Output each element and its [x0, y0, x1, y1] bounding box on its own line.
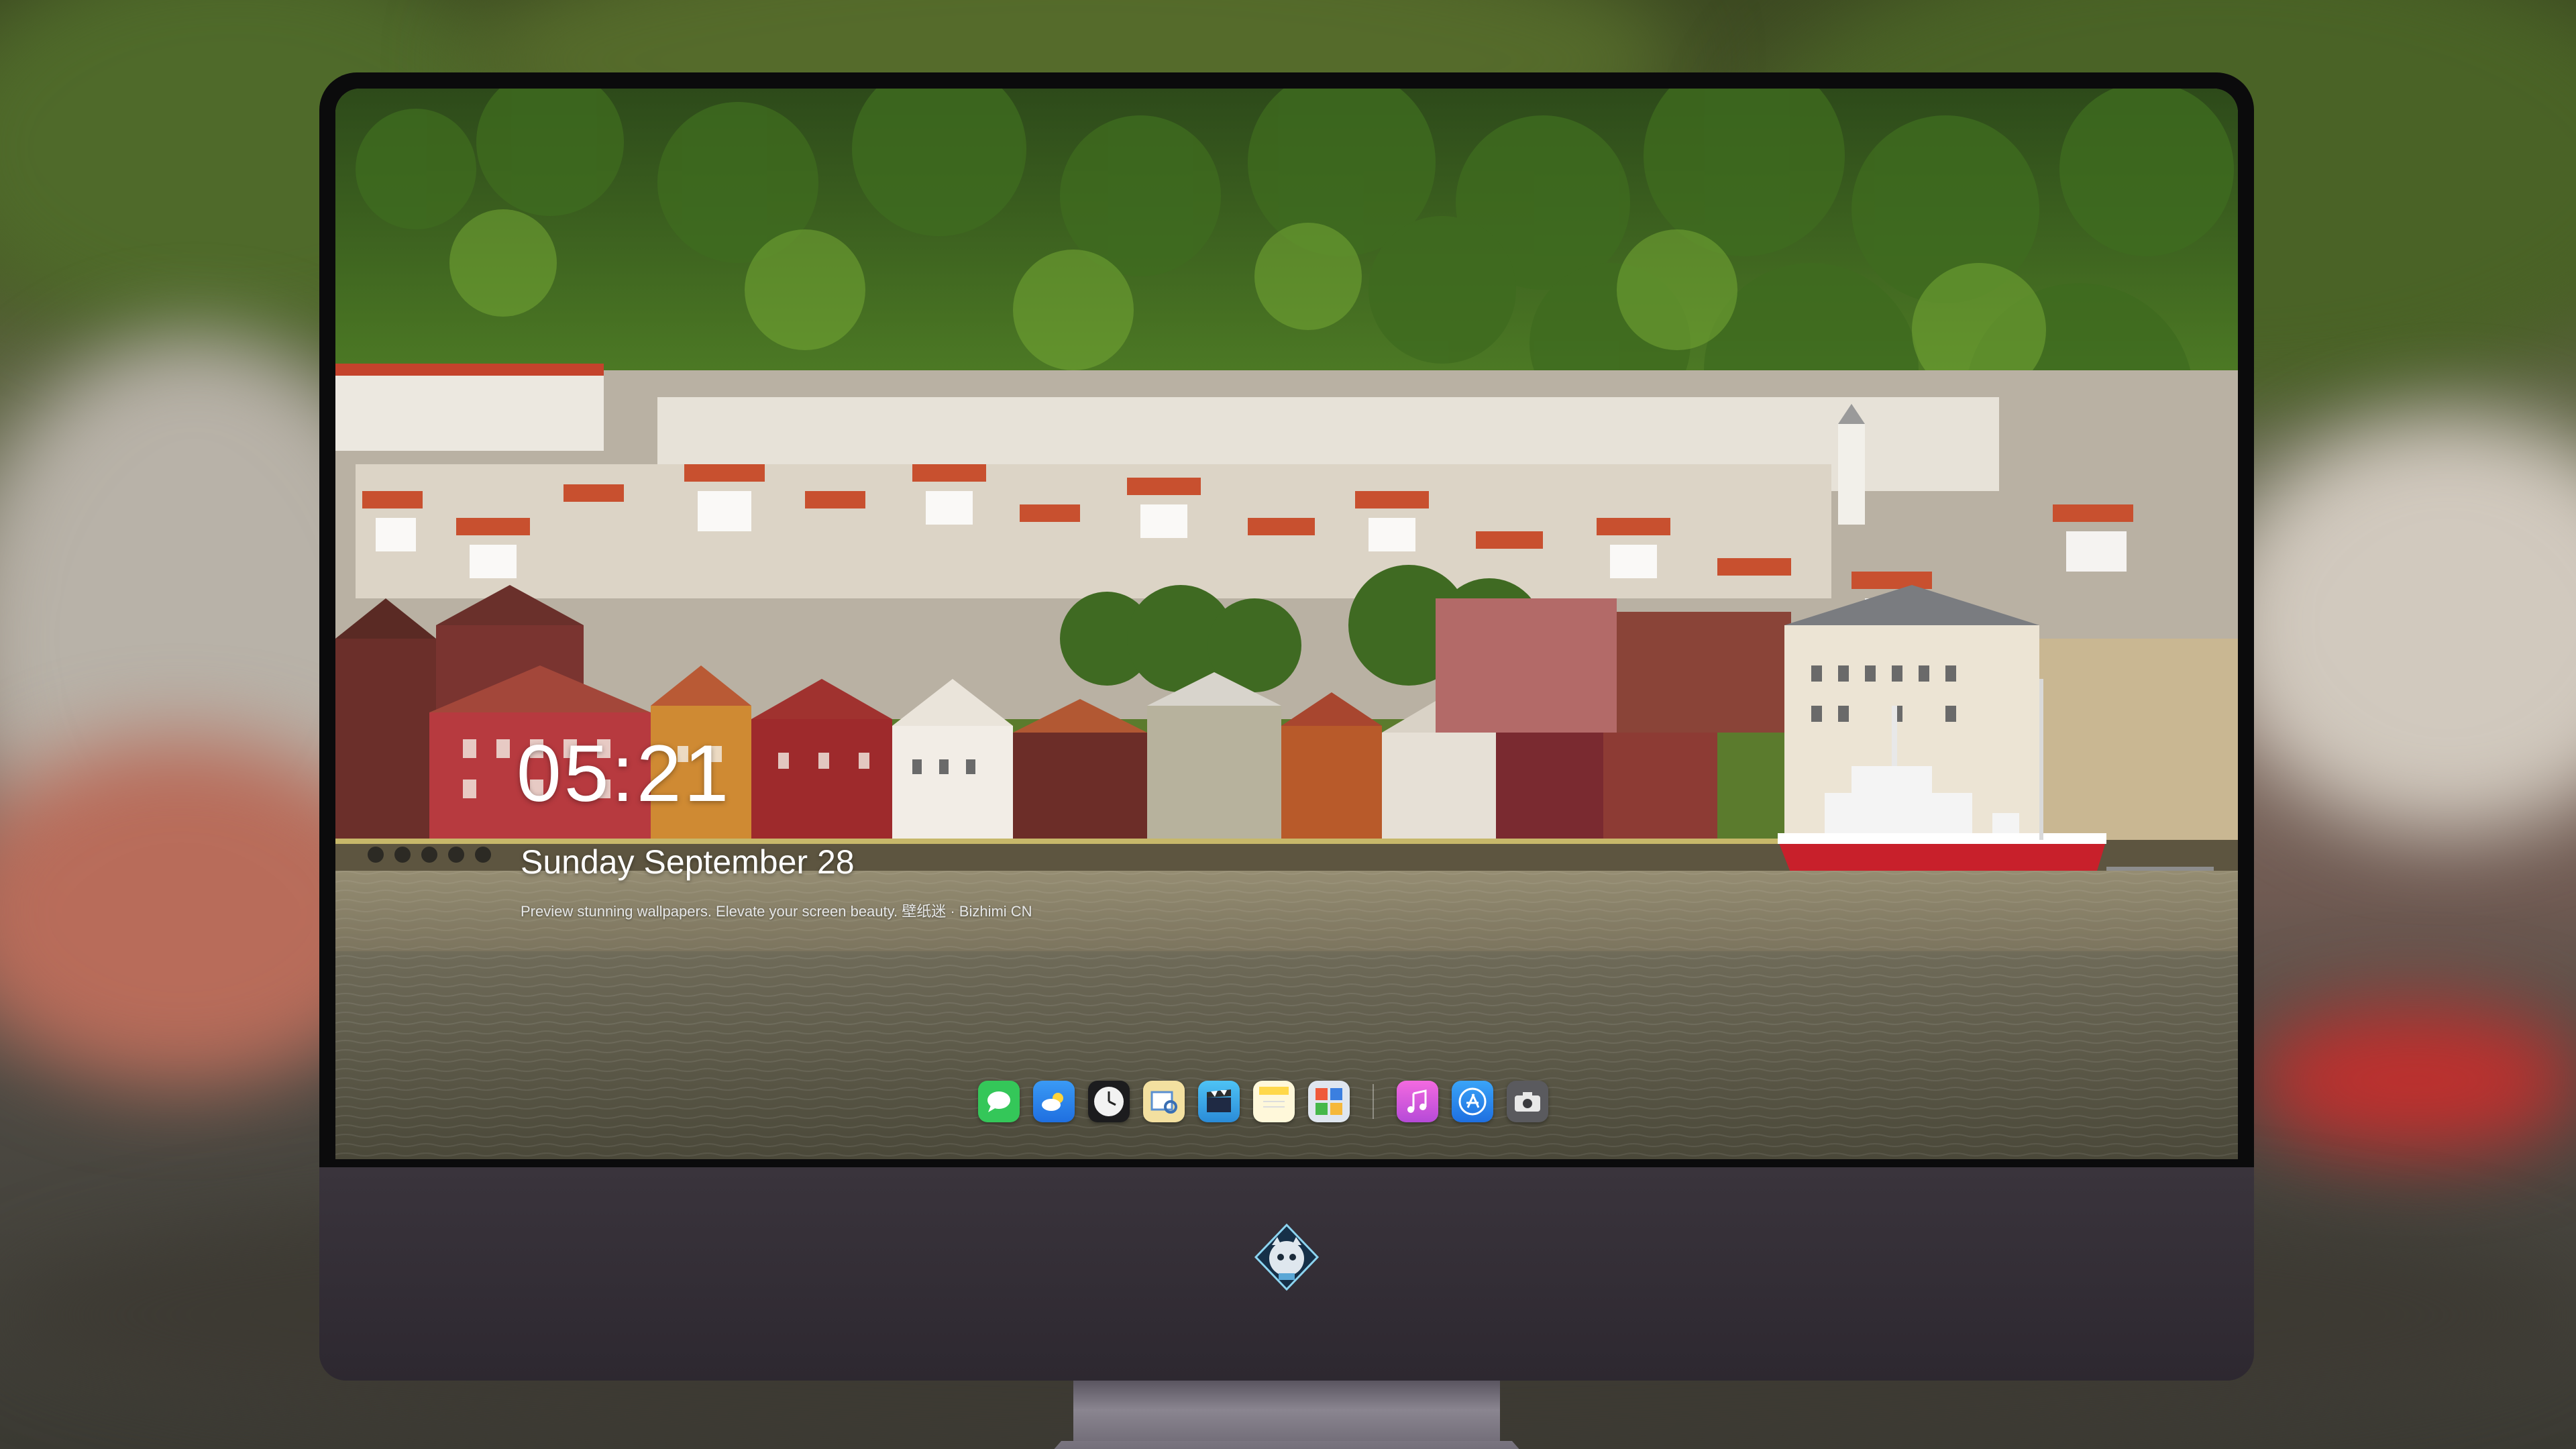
monitor-chin — [319, 1167, 2254, 1381]
monitor: 05:21 Sunday September 28 Preview stunni… — [319, 72, 2254, 1449]
mascot-logo-icon — [1254, 1223, 1320, 1291]
dock — [978, 1077, 1548, 1126]
app-store-icon[interactable] — [1452, 1081, 1493, 1122]
photo-booth-icon[interactable] — [1308, 1081, 1350, 1122]
messages-icon[interactable] — [978, 1081, 1020, 1122]
notes-icon[interactable] — [1253, 1081, 1295, 1122]
wallpaper-tagline: Preview stunning wallpapers. Elevate you… — [521, 903, 1032, 920]
screenshot-icon[interactable] — [1507, 1081, 1548, 1122]
monitor-stand-neck — [1073, 1381, 1500, 1449]
monitor-stand-base — [990, 1441, 1583, 1449]
preview-icon[interactable] — [1143, 1081, 1185, 1122]
clock-icon[interactable] — [1088, 1081, 1130, 1122]
dock-separator — [1373, 1084, 1374, 1119]
lockscreen-clock: 05:21 — [517, 729, 732, 818]
desktop-screen: 05:21 Sunday September 28 Preview stunni… — [335, 89, 2238, 1159]
weather-icon[interactable] — [1033, 1081, 1075, 1122]
final-cut-icon[interactable] — [1198, 1081, 1240, 1122]
itunes-icon[interactable] — [1397, 1081, 1438, 1122]
wallpaper-image — [335, 89, 2238, 1159]
lockscreen-date: Sunday September 28 — [521, 843, 855, 881]
